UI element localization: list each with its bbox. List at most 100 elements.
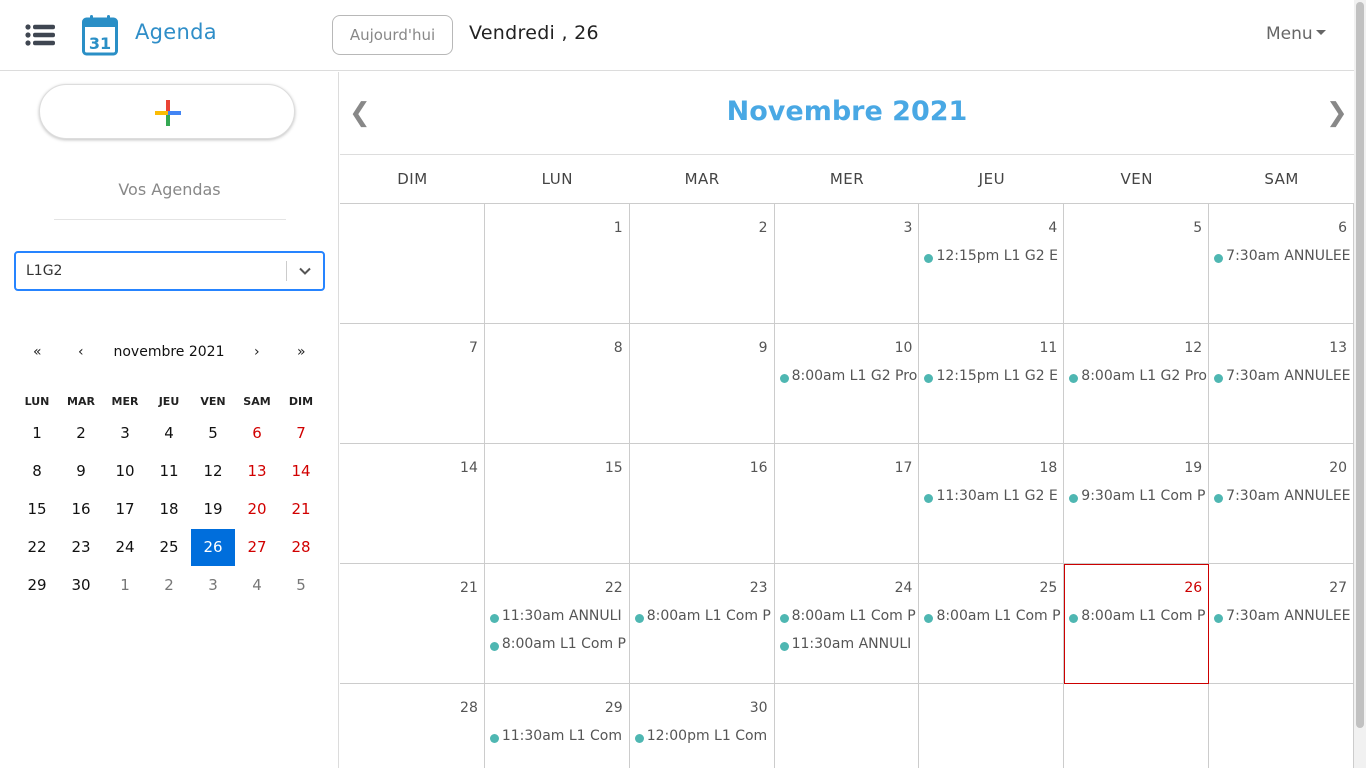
mini-day[interactable]: 2: [147, 567, 191, 604]
calendar-event[interactable]: 11:30am ANNULI: [489, 608, 629, 630]
day-cell[interactable]: 24 8:00am L1 Com P 11:30am ANNULI: [775, 564, 920, 684]
day-cell[interactable]: 8: [485, 324, 630, 444]
calendar-event[interactable]: 8:00am L1 Com P: [634, 608, 774, 630]
page-scrollbar[interactable]: [1354, 0, 1366, 768]
mini-day[interactable]: 5: [279, 567, 323, 604]
day-cell[interactable]: 20 7:30am ANNULEE: [1209, 444, 1354, 564]
agenda-select[interactable]: L1G2: [14, 251, 325, 291]
mini-day[interactable]: 9: [59, 453, 103, 490]
calendar-event[interactable]: 12:15pm L1 G2 E: [924, 248, 1063, 270]
day-cell[interactable]: 18 11:30am L1 G2 E: [919, 444, 1065, 564]
next-month-button[interactable]: ❯: [1326, 98, 1348, 128]
day-cell[interactable]: 28: [340, 684, 485, 768]
mini-day[interactable]: 6: [235, 415, 279, 452]
menu-list-icon[interactable]: [25, 24, 55, 46]
mini-day[interactable]: 25: [147, 529, 191, 566]
day-cell[interactable]: 17: [775, 444, 920, 564]
calendar-event[interactable]: 8:00am L1 Com P: [1069, 608, 1208, 630]
day-cell[interactable]: [1064, 684, 1210, 768]
mini-day[interactable]: 4: [235, 567, 279, 604]
calendar-event[interactable]: 7:30am ANNULEE: [1214, 608, 1353, 630]
mini-day[interactable]: 8: [15, 453, 59, 490]
today-button[interactable]: Aujourd'hui: [332, 15, 453, 55]
mini-prev-year-button[interactable]: «: [33, 344, 42, 360]
calendar-event[interactable]: 9:30am L1 Com P: [1069, 488, 1208, 510]
mini-day[interactable]: 3: [191, 567, 235, 604]
mini-day[interactable]: 10: [103, 453, 147, 490]
mini-day[interactable]: 19: [191, 491, 235, 528]
mini-day[interactable]: 12: [191, 453, 235, 490]
app-title[interactable]: Agenda: [135, 20, 217, 44]
mini-day[interactable]: 11: [147, 453, 191, 490]
mini-day[interactable]: 27: [235, 529, 279, 566]
mini-day[interactable]: 1: [103, 567, 147, 604]
day-cell[interactable]: 14: [340, 444, 485, 564]
day-cell[interactable]: 6 7:30am ANNULEE: [1209, 204, 1354, 324]
day-cell[interactable]: 2: [630, 204, 775, 324]
mini-day[interactable]: 3: [103, 415, 147, 452]
mini-day[interactable]: 15: [15, 491, 59, 528]
mini-day[interactable]: 22: [15, 529, 59, 566]
mini-day[interactable]: 28: [279, 529, 323, 566]
calendar-event[interactable]: 7:30am ANNULEE: [1214, 248, 1353, 270]
day-cell[interactable]: 4 12:15pm L1 G2 E: [919, 204, 1065, 324]
scrollbar-thumb[interactable]: [1356, 2, 1364, 728]
calendar-event[interactable]: 8:00am L1 Com P: [489, 636, 629, 658]
mini-day[interactable]: 20: [235, 491, 279, 528]
day-cell[interactable]: 19 9:30am L1 Com P: [1064, 444, 1210, 564]
day-cell[interactable]: 26 8:00am L1 Com P: [1064, 564, 1210, 684]
day-cell[interactable]: 10 8:00am L1 G2 Pro: [775, 324, 920, 444]
mini-day[interactable]: 30: [59, 567, 103, 604]
mini-day[interactable]: 14: [279, 453, 323, 490]
mini-next-month-button[interactable]: ›: [254, 344, 260, 360]
mini-next-year-button[interactable]: »: [297, 344, 306, 360]
mini-day[interactable]: 5: [191, 415, 235, 452]
calendar-event[interactable]: 11:30am L1 Com: [489, 728, 629, 750]
calendar-event[interactable]: 7:30am ANNULEE: [1214, 368, 1353, 390]
mini-day[interactable]: 7: [279, 415, 323, 452]
day-cell[interactable]: 16: [630, 444, 775, 564]
mini-day[interactable]: 29: [15, 567, 59, 604]
day-cell[interactable]: 25 8:00am L1 Com P: [919, 564, 1065, 684]
day-cell[interactable]: 7: [340, 324, 485, 444]
day-cell[interactable]: 11 12:15pm L1 G2 E: [919, 324, 1065, 444]
menu-dropdown[interactable]: Menu: [1266, 24, 1326, 44]
day-cell[interactable]: 5: [1064, 204, 1210, 324]
calendar-event[interactable]: 11:30am ANNULI: [779, 636, 919, 658]
mini-day[interactable]: 16: [59, 491, 103, 528]
mini-day[interactable]: 17: [103, 491, 147, 528]
day-cell[interactable]: 23 8:00am L1 Com P: [630, 564, 775, 684]
mini-prev-month-button[interactable]: ‹: [78, 344, 84, 360]
mini-day[interactable]: 4: [147, 415, 191, 452]
day-cell[interactable]: 9: [630, 324, 775, 444]
day-cell[interactable]: 22 11:30am ANNULI 8:00am L1 Com P: [485, 564, 630, 684]
day-cell[interactable]: 3: [775, 204, 920, 324]
day-cell[interactable]: 13 7:30am ANNULEE: [1209, 324, 1354, 444]
mini-day[interactable]: 2: [59, 415, 103, 452]
calendar-event[interactable]: 7:30am ANNULEE: [1214, 488, 1353, 510]
mini-month-label[interactable]: novembre 2021: [106, 344, 232, 360]
calendar-event[interactable]: 8:00am L1 G2 Pro: [1069, 368, 1208, 390]
mini-day[interactable]: 26: [191, 529, 235, 566]
day-cell[interactable]: 12 8:00am L1 G2 Pro: [1064, 324, 1210, 444]
day-cell[interactable]: [919, 684, 1065, 768]
day-cell[interactable]: 15: [485, 444, 630, 564]
day-cell[interactable]: 29 11:30am L1 Com: [485, 684, 630, 768]
mini-day[interactable]: 21: [279, 491, 323, 528]
mini-day[interactable]: 1: [15, 415, 59, 452]
day-cell[interactable]: [1209, 684, 1354, 768]
calendar-event[interactable]: 8:00am L1 Com P: [924, 608, 1063, 630]
day-cell[interactable]: [775, 684, 920, 768]
calendar-event[interactable]: 12:15pm L1 G2 E: [924, 368, 1063, 390]
chevron-down-icon[interactable]: [298, 264, 312, 278]
mini-day[interactable]: 13: [235, 453, 279, 490]
mini-day[interactable]: 18: [147, 491, 191, 528]
calendar-event[interactable]: 8:00am L1 G2 Pro: [779, 368, 919, 390]
calendar-event[interactable]: 12:00pm L1 Com: [634, 728, 774, 750]
calendar-event[interactable]: 11:30am L1 G2 E: [924, 488, 1063, 510]
add-event-button[interactable]: [39, 84, 295, 139]
day-cell[interactable]: 1: [485, 204, 630, 324]
day-cell[interactable]: 30 12:00pm L1 Com: [630, 684, 775, 768]
day-cell[interactable]: [340, 204, 485, 324]
day-cell[interactable]: 21: [340, 564, 485, 684]
